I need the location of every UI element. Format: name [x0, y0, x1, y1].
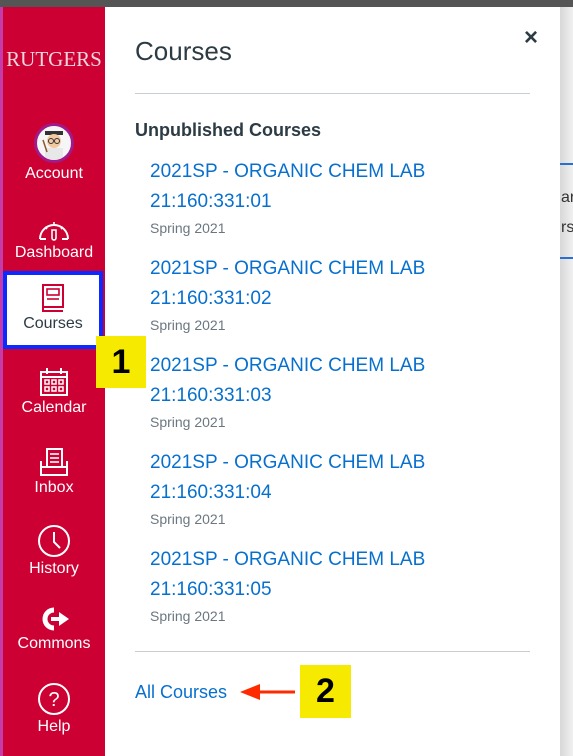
dashboard-gauge-icon: [39, 222, 69, 241]
nav-commons[interactable]: Commons: [3, 605, 105, 653]
background-text: rs,: [561, 219, 573, 236]
nav-label: Inbox: [34, 479, 74, 496]
nav-inbox[interactable]: Inbox: [3, 447, 105, 497]
course-term: Spring 2021: [150, 414, 226, 430]
nav-label: Help: [37, 718, 71, 735]
all-courses-link[interactable]: All Courses: [135, 682, 227, 703]
global-navigation: RUTGERS Account Dashboard Calendar Inbox…: [0, 7, 105, 756]
nav-dashboard[interactable]: Dashboard: [3, 218, 105, 262]
nav-courses-content: Courses: [7, 283, 99, 333]
nav-label: Account: [25, 165, 83, 182]
nav-label: Dashboard: [14, 244, 94, 261]
background-page-edge: [560, 7, 573, 756]
nav-account[interactable]: Account: [3, 123, 105, 183]
window-top-bar: [0, 0, 573, 7]
nav-label: Commons: [17, 635, 91, 652]
background-divider: [560, 163, 573, 165]
course-term: Spring 2021: [150, 608, 226, 624]
background-text: ar: [561, 189, 573, 206]
course-list-item: 2021SP - ORGANIC CHEM LAB 21:160:331:01 S…: [150, 157, 520, 237]
course-list-item: 2021SP - ORGANIC CHEM LAB 21:160:331:04 S…: [150, 448, 520, 528]
course-link[interactable]: 2021SP - ORGANIC CHEM LAB 21:160:331:04: [150, 448, 520, 508]
course-list-item: 2021SP - ORGANIC CHEM LAB 21:160:331:03 S…: [150, 351, 520, 431]
divider: [135, 651, 530, 652]
course-link[interactable]: 2021SP - ORGANIC CHEM LAB 21:160:331:01: [150, 157, 520, 217]
course-term: Spring 2021: [150, 220, 226, 236]
rutgers-logo[interactable]: RUTGERS: [3, 47, 105, 72]
commons-arrow-icon: [42, 607, 69, 631]
course-list-item: 2021SP - ORGANIC CHEM LAB 21:160:331:05 S…: [150, 545, 520, 625]
tray-title: Courses: [135, 36, 232, 66]
background-divider: [560, 257, 573, 259]
nav-calendar[interactable]: Calendar: [3, 367, 105, 417]
nav-label: History: [29, 560, 79, 577]
nav-label: Calendar: [21, 399, 87, 416]
avatar: [34, 123, 74, 163]
clock-icon: [38, 525, 70, 557]
professor-avatar-icon: [42, 131, 63, 160]
svg-text:?: ?: [48, 689, 59, 711]
nav-history[interactable]: History: [3, 524, 105, 578]
close-icon: ×: [524, 24, 539, 51]
course-term: Spring 2021: [150, 511, 226, 527]
nav-courses[interactable]: Courses: [3, 271, 103, 349]
section-heading: Unpublished Courses: [135, 120, 322, 140]
course-link[interactable]: 2021SP - ORGANIC CHEM LAB 21:160:331:05: [150, 545, 520, 605]
nav-help[interactable]: ? Help: [3, 682, 105, 736]
course-list-item: 2021SP - ORGANIC CHEM LAB 21:160:331:02 S…: [150, 254, 520, 334]
course-link[interactable]: 2021SP - ORGANIC CHEM LAB 21:160:331:02: [150, 254, 520, 314]
question-circle-icon: ?: [38, 683, 70, 715]
close-tray-button[interactable]: ×: [524, 24, 538, 52]
calendar-icon: [40, 368, 68, 396]
book-icon: [42, 284, 64, 312]
course-link[interactable]: 2021SP - ORGANIC CHEM LAB 21:160:331:03: [150, 351, 520, 411]
annotation-arrow-icon: [240, 684, 295, 700]
annotation-badge-2: 2: [300, 665, 351, 718]
inbox-icon: [40, 448, 68, 476]
course-term: Spring 2021: [150, 317, 226, 333]
divider: [135, 93, 530, 94]
annotation-badge-1: 1: [96, 336, 146, 388]
nav-label: Courses: [23, 315, 83, 332]
